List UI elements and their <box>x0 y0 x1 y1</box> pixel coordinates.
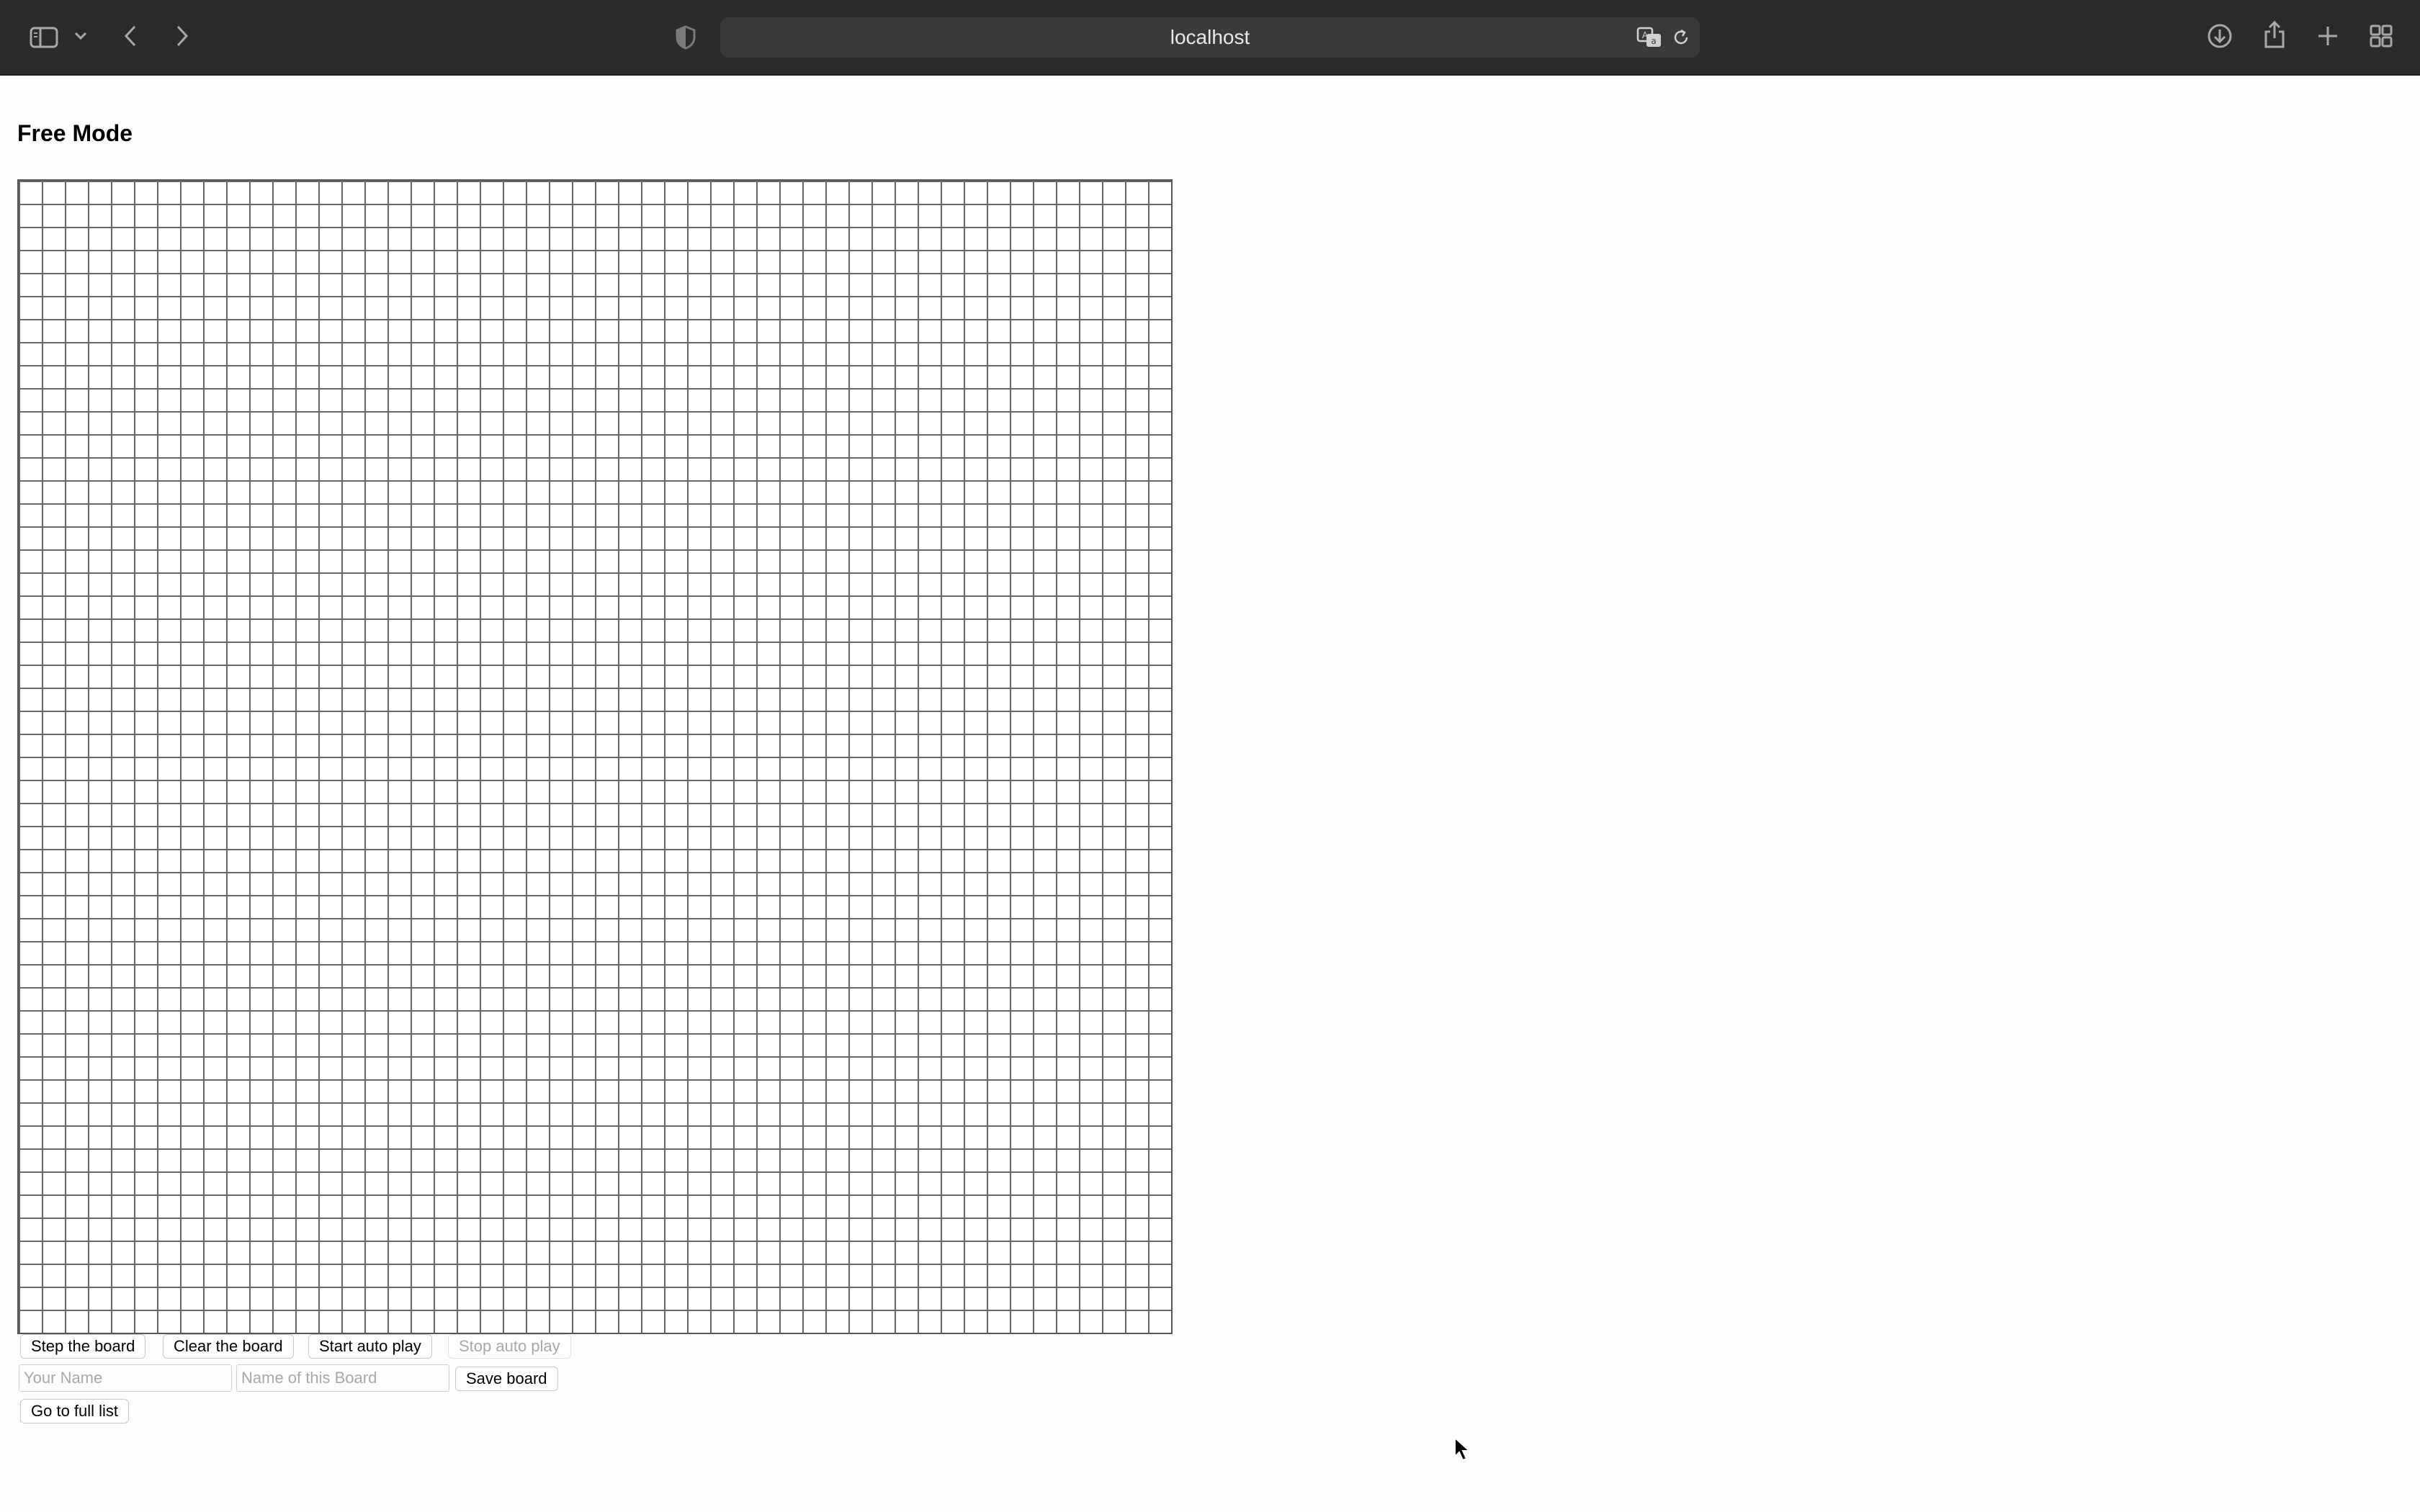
reload-icon[interactable] <box>1670 26 1693 49</box>
address-bar[interactable]: localhost Aa <box>720 17 1700 58</box>
share-icon[interactable] <box>2260 19 2289 50</box>
privacy-shield-icon[interactable] <box>674 23 697 52</box>
your-name-input[interactable] <box>19 1364 232 1392</box>
clear-board-button[interactable]: Clear the board <box>163 1334 294 1359</box>
chevron-down-icon[interactable] <box>72 27 89 45</box>
svg-text:a: a <box>1651 36 1656 46</box>
tab-overview-icon[interactable] <box>2367 22 2396 50</box>
back-icon[interactable] <box>120 22 141 50</box>
stop-auto-play-button[interactable]: Stop auto play <box>448 1334 571 1359</box>
save-board-button[interactable]: Save board <box>455 1367 558 1391</box>
download-icon[interactable] <box>2205 22 2234 50</box>
new-tab-icon[interactable] <box>2313 22 2342 50</box>
step-board-button[interactable]: Step the board <box>20 1334 146 1359</box>
browser-toolbar: localhost Aa <box>0 0 2420 76</box>
sidebar-icon[interactable] <box>27 23 60 52</box>
translate-icon[interactable]: Aa <box>1635 24 1664 50</box>
start-auto-play-button[interactable]: Start auto play <box>308 1334 432 1359</box>
mouse-cursor-icon <box>1453 1436 1472 1466</box>
game-board[interactable] <box>17 179 1173 1334</box>
page-content: Free Mode Step the board Clear the board… <box>0 76 2420 1512</box>
url-text: localhost <box>1170 26 1250 48</box>
page-title: Free Mode <box>17 120 133 146</box>
go-to-full-list-button[interactable]: Go to full list <box>20 1399 130 1423</box>
forward-icon[interactable] <box>171 22 193 50</box>
board-name-input[interactable] <box>236 1364 449 1392</box>
